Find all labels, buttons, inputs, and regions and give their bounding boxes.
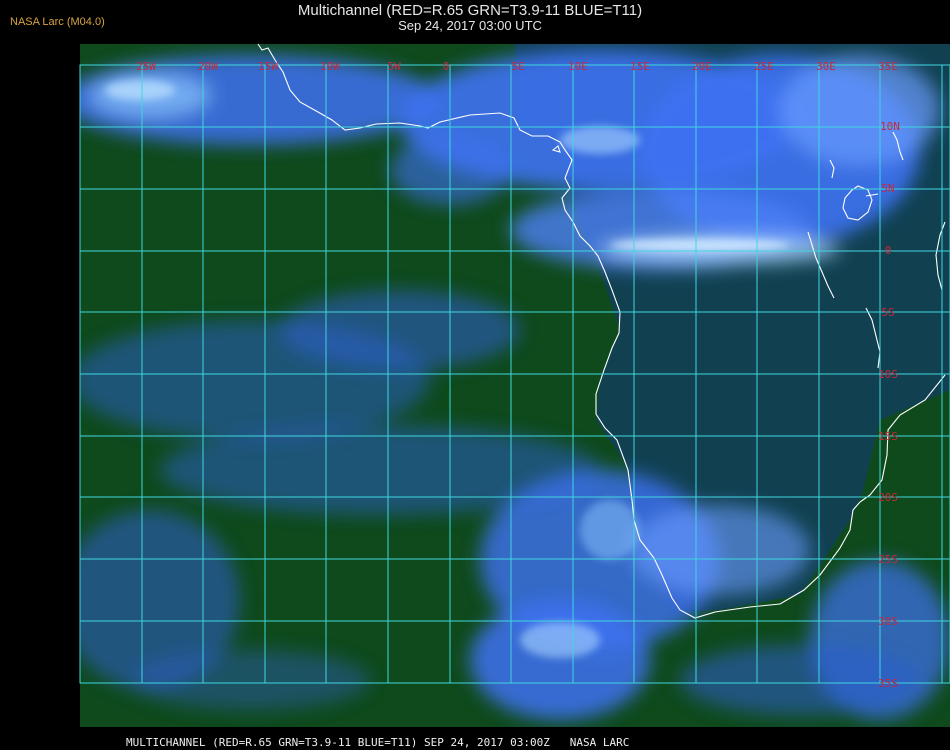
lat-label: 5S xyxy=(881,306,894,319)
imagery-layer xyxy=(80,44,950,727)
lat-label: 15S xyxy=(878,430,898,443)
lat-label: 0 xyxy=(885,244,892,257)
lon-label: 10W xyxy=(320,60,340,73)
lat-label: 20S xyxy=(878,491,898,504)
lon-label: 25W xyxy=(136,60,156,73)
lat-label: 5N xyxy=(881,182,894,195)
lon-label: 0 xyxy=(443,60,450,73)
lon-label: 30E xyxy=(816,60,836,73)
lat-label: 10S xyxy=(878,368,898,381)
lat-label: 35S xyxy=(878,677,898,690)
lat-label: 25S xyxy=(878,553,898,566)
lat-label: 10N xyxy=(880,120,900,133)
lon-label: 10E xyxy=(568,60,588,73)
lon-label: 5E xyxy=(511,60,524,73)
lon-label: 15W xyxy=(258,60,278,73)
lat-label: 30S xyxy=(878,615,898,628)
lon-label: 20W xyxy=(198,60,218,73)
lon-label: 35E xyxy=(878,60,898,73)
lon-label: 25E xyxy=(754,60,774,73)
lon-label: 15E xyxy=(630,60,650,73)
lon-label: 20E xyxy=(692,60,712,73)
footer-caption: MULTICHANNEL (RED=R.65 GRN=T3.9-11 BLUE=… xyxy=(126,736,630,749)
satellite-map[interactable]: 25W 20W 15W 10W 5W 0 5E 10E 15E 20E 25E … xyxy=(0,0,950,750)
lon-label: 5W xyxy=(387,60,401,73)
